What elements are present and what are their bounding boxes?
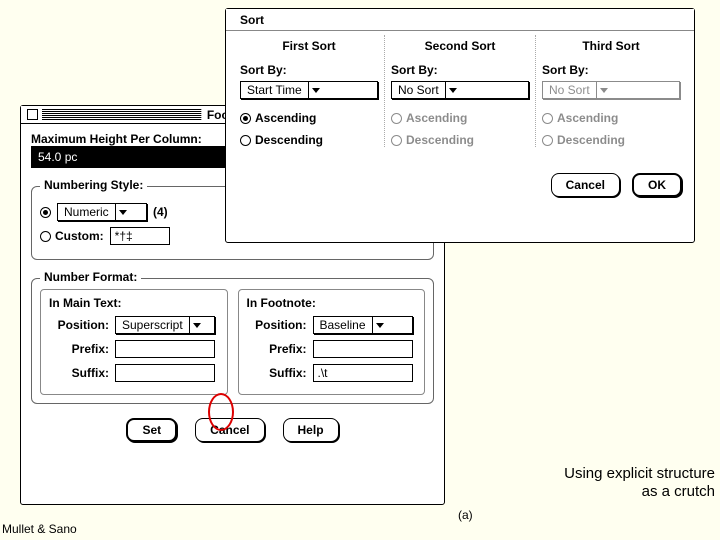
footnote-button-row: Set Cancel Help	[31, 418, 434, 442]
second-desc-radio: Descending	[391, 133, 529, 147]
second-sort-header: Second Sort	[391, 39, 529, 53]
chevron-down-icon	[596, 82, 612, 98]
credit: Mullet & Sano	[2, 522, 77, 536]
custom-field[interactable]	[110, 227, 170, 245]
third-sort-value: No Sort	[543, 83, 596, 97]
foot-prefix-field[interactable]	[313, 340, 413, 358]
foot-position-value: Baseline	[314, 318, 372, 332]
custom-label: Custom:	[55, 229, 104, 243]
third-sort-header: Third Sort	[542, 39, 680, 53]
custom-radio[interactable]: Custom:	[40, 229, 104, 243]
third-asc-radio: Ascending	[542, 111, 680, 125]
numeric-example: (4)	[153, 205, 168, 219]
second-asc-label: Ascending	[406, 111, 467, 125]
main-suffix-field[interactable]	[115, 364, 215, 382]
sort-titlebar[interactable]: Sort	[226, 9, 694, 31]
custom-input[interactable]	[115, 228, 165, 244]
foot-prefix-input[interactable]	[318, 341, 408, 357]
first-sort-combo[interactable]: Start Time	[240, 81, 378, 99]
prefix-label: Prefix:	[49, 342, 109, 356]
prefix-label: Prefix:	[247, 342, 307, 356]
second-asc-radio: Ascending	[391, 111, 529, 125]
help-button[interactable]: Help	[283, 418, 339, 442]
radio-icon	[240, 135, 251, 146]
caption: Using explicit structure as a crutch	[564, 465, 715, 501]
in-footnote-label: In Footnote:	[247, 296, 417, 310]
main-prefix-input[interactable]	[120, 341, 210, 357]
sort-window: Sort First Sort Sort By: Start Time Asce…	[225, 8, 695, 243]
sortby-label: Sort By:	[542, 63, 680, 77]
suffix-label: Suffix:	[247, 366, 307, 380]
second-desc-label: Descending	[406, 133, 474, 147]
radio-icon	[542, 113, 553, 124]
radio-icon	[40, 231, 51, 242]
in-main-text-group: In Main Text: Position: Superscript Pref…	[40, 289, 228, 395]
numeric-radio[interactable]	[40, 207, 51, 218]
numeric-label: Numeric	[58, 205, 115, 219]
first-sort-value: Start Time	[241, 83, 308, 97]
sortby-label: Sort By:	[240, 63, 378, 77]
first-desc-label: Descending	[255, 133, 323, 147]
sort-button-row: Cancel OK	[226, 173, 694, 205]
sortby-label: Sort By:	[391, 63, 529, 77]
first-sort-col: First Sort Sort By: Start Time Ascending…	[234, 35, 384, 147]
radio-icon	[40, 207, 51, 218]
chevron-down-icon	[445, 82, 461, 98]
max-height-value: 54.0 pc	[38, 150, 77, 164]
sort-ok-button[interactable]: OK	[632, 173, 682, 197]
foot-suffix-input[interactable]	[318, 365, 408, 381]
second-sort-combo[interactable]: No Sort	[391, 81, 529, 99]
sort-title: Sort	[234, 13, 270, 27]
chevron-down-icon	[308, 82, 324, 98]
in-footnote-group: In Footnote: Position: Baseline Prefix:	[238, 289, 426, 395]
number-format-group: Number Format: In Main Text: Position: S…	[31, 278, 434, 404]
max-height-field[interactable]: 54.0 pc	[31, 146, 226, 168]
main-position-combo[interactable]: Superscript	[115, 316, 215, 334]
annotation-circle-icon	[208, 393, 234, 431]
close-icon[interactable]	[27, 109, 38, 120]
main-suffix-input[interactable]	[120, 365, 210, 381]
radio-icon	[542, 135, 553, 146]
first-asc-label: Ascending	[255, 111, 316, 125]
radio-icon	[240, 113, 251, 124]
third-sort-col: Third Sort Sort By: No Sort Ascending De…	[535, 35, 686, 147]
set-button[interactable]: Set	[126, 418, 177, 442]
radio-icon	[391, 113, 402, 124]
position-label: Position:	[247, 318, 307, 332]
foot-suffix-field[interactable]	[313, 364, 413, 382]
radio-icon	[391, 135, 402, 146]
figure-label: (a)	[458, 508, 473, 522]
third-sort-combo: No Sort	[542, 81, 680, 99]
suffix-label: Suffix:	[49, 366, 109, 380]
foot-position-combo[interactable]: Baseline	[313, 316, 413, 334]
third-desc-radio: Descending	[542, 133, 680, 147]
main-prefix-field[interactable]	[115, 340, 215, 358]
sort-cancel-button[interactable]: Cancel	[551, 173, 620, 197]
first-asc-radio[interactable]: Ascending	[240, 111, 378, 125]
chevron-down-icon	[372, 317, 388, 333]
first-desc-radio[interactable]: Descending	[240, 133, 378, 147]
in-main-text-label: In Main Text:	[49, 296, 219, 310]
chevron-down-icon	[189, 317, 205, 333]
numbering-style-legend: Numbering Style:	[40, 178, 147, 192]
caption-line2: as a crutch	[564, 483, 715, 501]
chevron-down-icon	[115, 204, 131, 220]
second-sort-value: No Sort	[392, 83, 445, 97]
position-label: Position:	[49, 318, 109, 332]
third-asc-label: Ascending	[557, 111, 618, 125]
numeric-combo[interactable]: Numeric	[57, 203, 147, 221]
caption-line1: Using explicit structure	[564, 465, 715, 483]
main-position-value: Superscript	[116, 318, 189, 332]
third-desc-label: Descending	[557, 133, 625, 147]
first-sort-header: First Sort	[240, 39, 378, 53]
second-sort-col: Second Sort Sort By: No Sort Ascending D…	[384, 35, 535, 147]
number-format-legend: Number Format:	[40, 270, 141, 284]
